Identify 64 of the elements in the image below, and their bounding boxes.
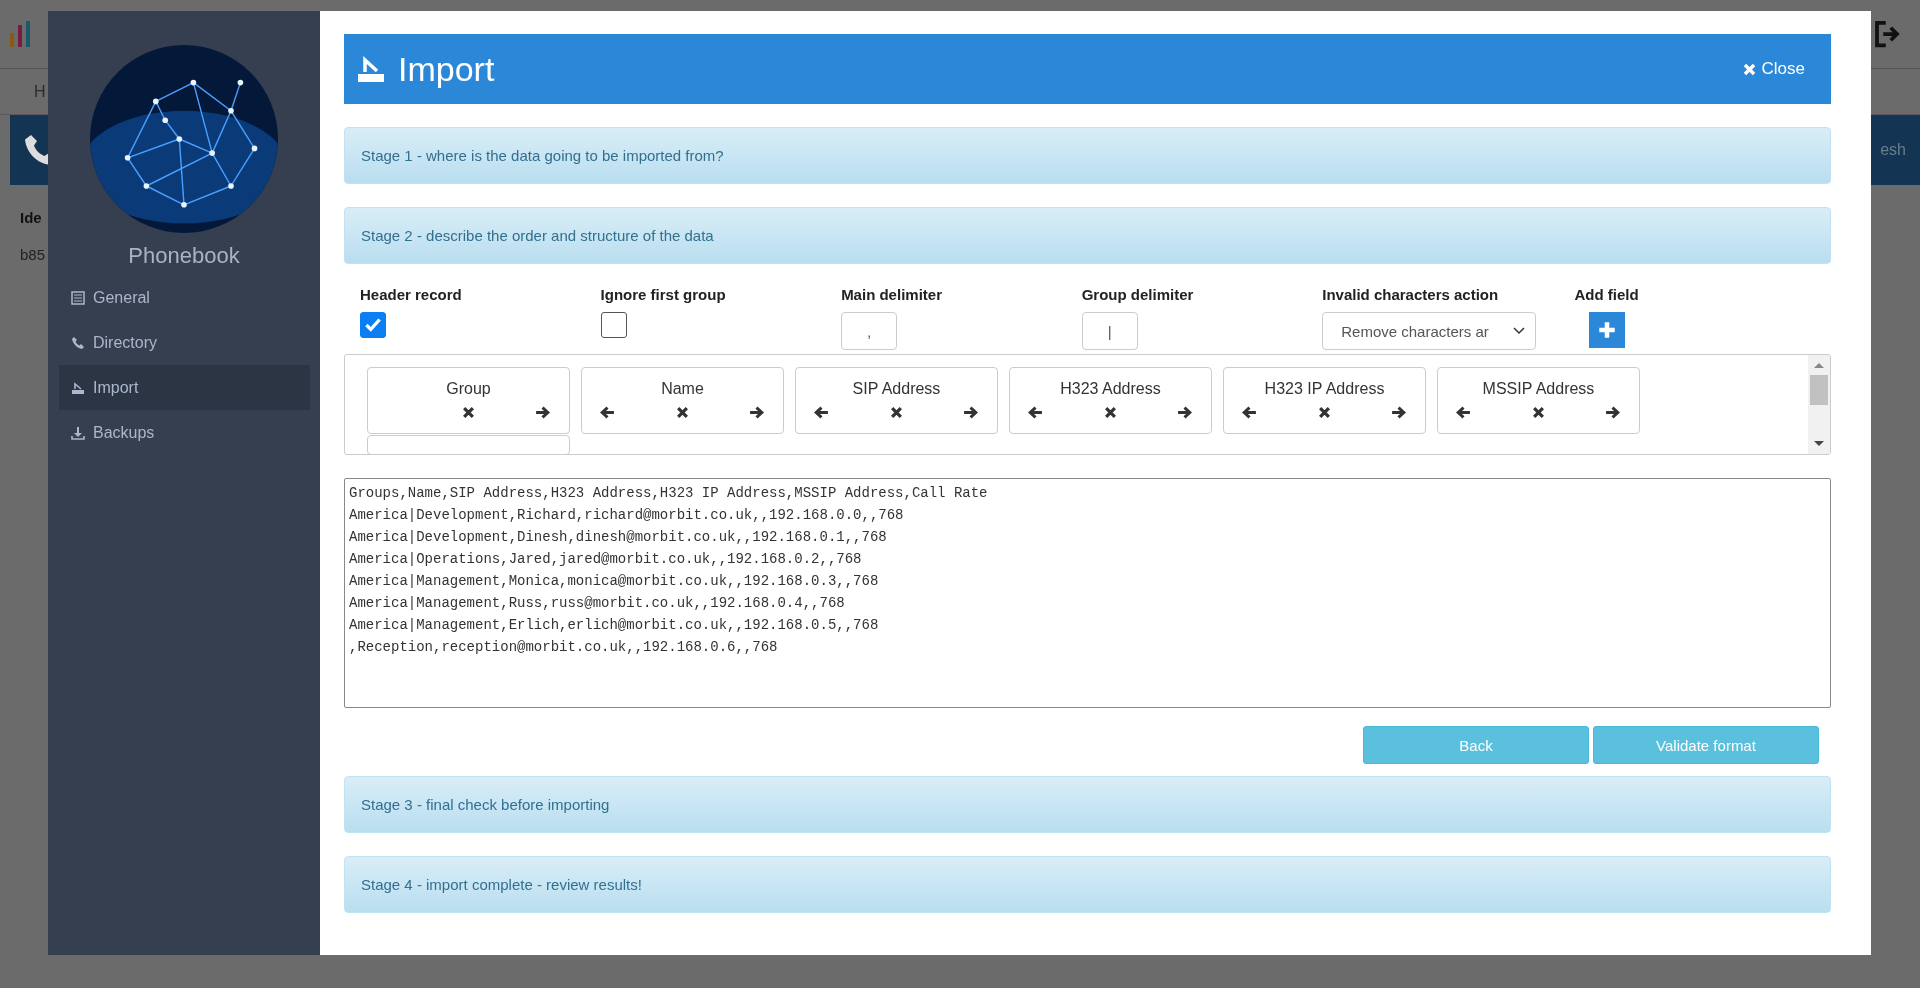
- add-field-button[interactable]: [1589, 312, 1626, 348]
- field-name: H323 IP Address: [1264, 380, 1385, 398]
- checkbox[interactable]: [360, 312, 386, 338]
- arrow-left-icon[interactable]: [1028, 406, 1043, 419]
- delimiter-field[interactable]: |: [1081, 312, 1138, 350]
- remove-icon[interactable]: [1103, 406, 1118, 419]
- arrow-right-icon[interactable]: [1391, 406, 1406, 419]
- modal-title: Import: [398, 49, 496, 89]
- download-icon: [71, 425, 85, 440]
- arrow-left-icon[interactable]: [1456, 406, 1471, 419]
- field-name: Name: [661, 380, 704, 398]
- field-name: SIP Address: [852, 380, 941, 398]
- chevron-down-icon: [1513, 327, 1526, 335]
- option-label: Group delimiter: [1081, 286, 1195, 303]
- arrow-right-icon[interactable]: [535, 406, 550, 419]
- arrow-right-icon[interactable]: [1605, 406, 1620, 419]
- data-textarea[interactable]: Groups,Name,SIP Address,H323 Address,H323 IP Address,MSSIP Address,Call Rate America|Development,Richard,richard@morbit.co.uk,,192.168.0.0,,768 America|Development,Dinesh,dinesh@morbit.co.uk,,192.168.0.1,,768 America|Operations,Jared,jared@morbit.co.uk,,192.168.0.2,,768 America|Management,Monica,monica@morbit.co.uk,,192.168.0.3,,768 America|Management,Russ,russ@morbit.co.uk,,192.168.0.4,,768 America|Management,Erlich,erlich@morbit.co.uk,,192.168.0.5,,768 ,Reception,reception@morbit.co.uk,,192.168.0.6,,768: [344, 478, 1831, 708]
- refresh-button[interactable]: esh: [1880, 141, 1906, 159]
- arrow-right-icon[interactable]: [1177, 406, 1192, 419]
- nav-tab[interactable]: H: [34, 82, 46, 101]
- option-label: Ignore first group: [600, 286, 727, 303]
- arrow-left-icon[interactable]: [1242, 406, 1257, 419]
- stage-panel[interactable]: Stage 4 - import complete - review results!: [344, 856, 1831, 913]
- sidebar-title: Phonebook: [127, 243, 241, 269]
- arrow-left-icon[interactable]: [600, 406, 615, 419]
- scroll-up-icon[interactable]: [1814, 362, 1824, 368]
- delimiter-field[interactable]: ,: [841, 312, 898, 350]
- stage-panel[interactable]: Stage 1 - where is the data going to be imported from?: [344, 127, 1831, 184]
- action-dropdown[interactable]: Remove characters ar: [1322, 312, 1537, 350]
- remove-icon[interactable]: [675, 406, 690, 419]
- remove-icon[interactable]: [461, 406, 476, 419]
- scroll-down-icon[interactable]: [1814, 441, 1824, 447]
- checkbox[interactable]: [600, 312, 627, 338]
- scrollbar[interactable]: [1808, 355, 1830, 454]
- phone-icon: [71, 335, 85, 350]
- option-label: Invalid characters action: [1322, 286, 1500, 303]
- arrow-left-icon[interactable]: [814, 406, 829, 419]
- close-button[interactable]: Close: [1738, 55, 1809, 83]
- option-label: Main delimiter: [841, 286, 943, 303]
- field-name: H323 Address: [1060, 380, 1161, 398]
- sidebar-item[interactable]: Directory: [59, 320, 310, 365]
- remove-icon[interactable]: [889, 406, 904, 419]
- stage-panel[interactable]: Stage 3 - final check before importing: [344, 776, 1831, 833]
- arrow-right-icon[interactable]: [963, 406, 978, 419]
- list-icon: [71, 290, 85, 305]
- arrow-right-icon[interactable]: [749, 406, 764, 419]
- table-cell: b85: [20, 246, 46, 263]
- remove-icon[interactable]: [1531, 406, 1546, 419]
- logout-icon[interactable]: [1872, 19, 1902, 49]
- field-name: MSSIP Address: [1482, 380, 1595, 398]
- bar-chart-icon: [10, 21, 30, 47]
- sidebar-item[interactable]: General: [59, 275, 310, 320]
- sidebar-item[interactable]: Import: [59, 365, 310, 410]
- column-header: Ide: [20, 209, 42, 226]
- option-label: Add field: [1574, 286, 1640, 303]
- field-name: Group: [446, 380, 491, 398]
- import-icon: [71, 380, 85, 395]
- stage-panel[interactable]: Stage 2 - describe the order and structure of the data: [344, 207, 1831, 264]
- import-icon: [356, 54, 386, 84]
- option-label: Header record: [360, 286, 463, 303]
- sidebar-item[interactable]: Backups: [59, 410, 310, 455]
- remove-icon[interactable]: [1317, 406, 1332, 419]
- close-icon: [1742, 62, 1756, 76]
- plus-icon: [1598, 321, 1617, 339]
